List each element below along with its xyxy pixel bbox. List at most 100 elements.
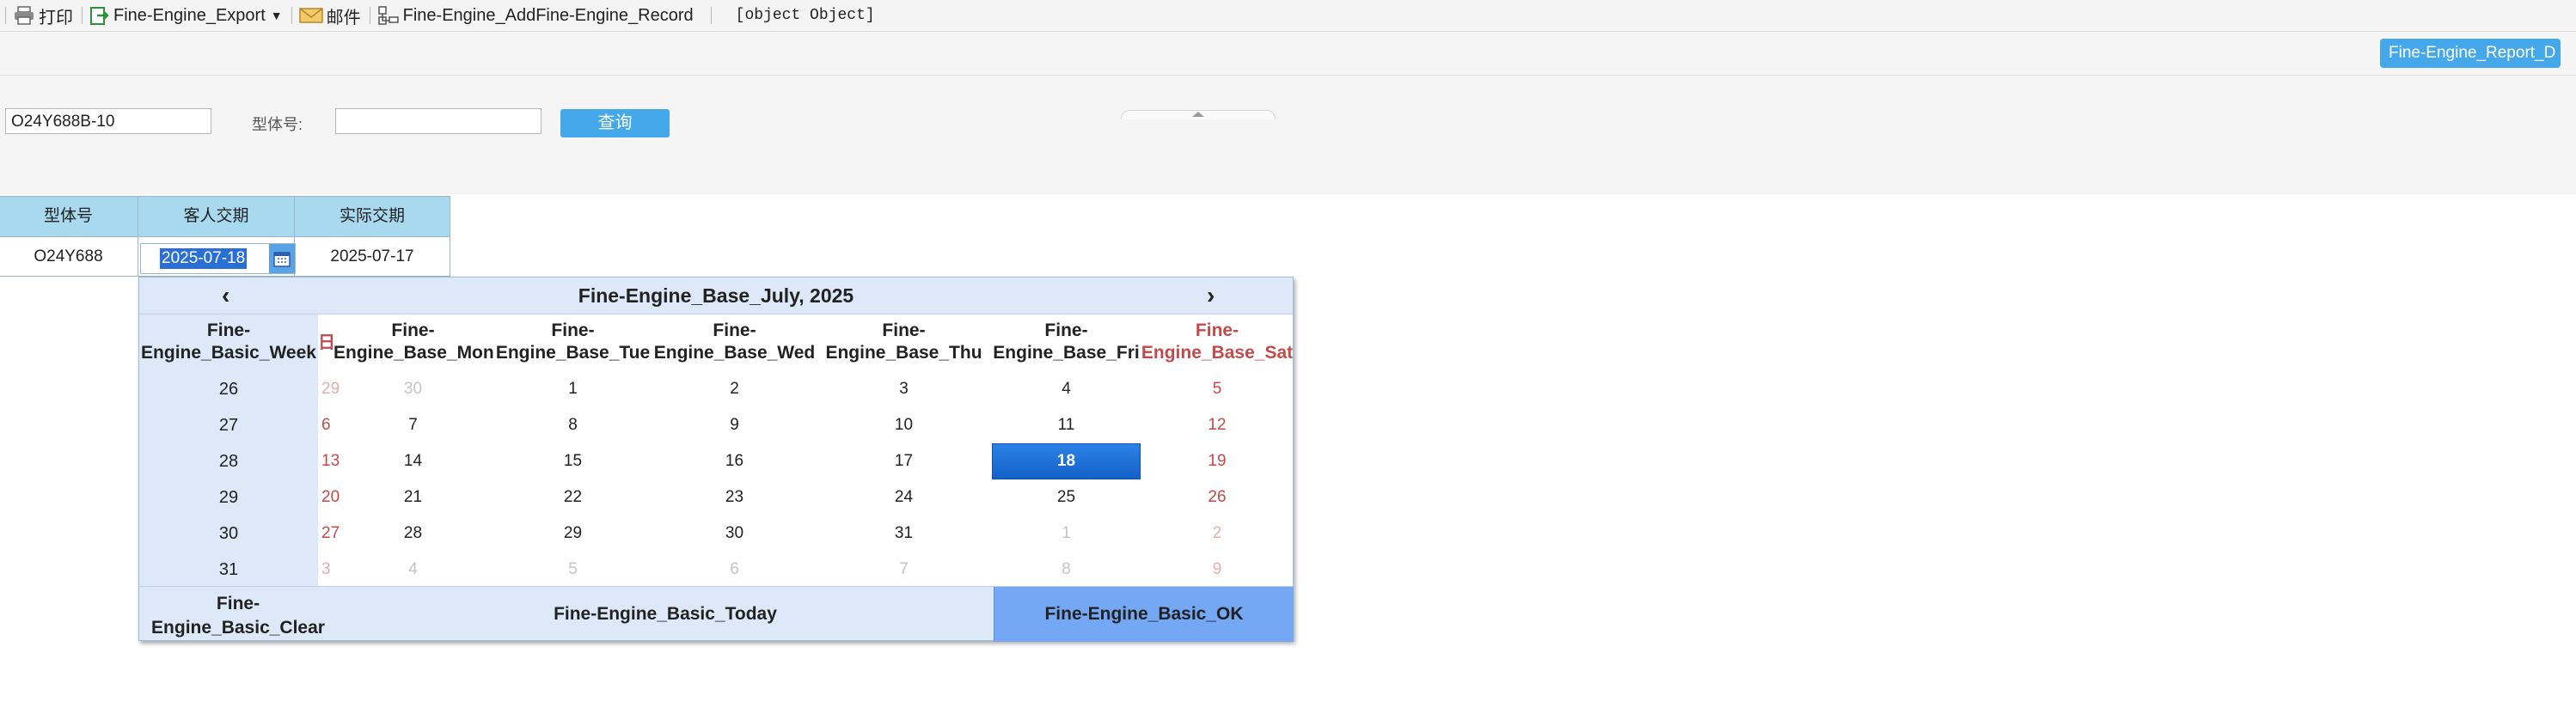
calendar-day-label: 1	[568, 380, 578, 398]
print-label: 打印	[39, 8, 73, 27]
calendar-day[interactable]: 9	[1141, 552, 1294, 588]
calendar-day-label: 26	[1208, 488, 1227, 506]
calendar-day[interactable]: 15	[493, 443, 653, 479]
table-header-actual-date: 实际交期	[294, 196, 450, 237]
calendar-day[interactable]: 7	[816, 552, 992, 588]
calendar-day[interactable]: 26	[1141, 479, 1294, 516]
query-button[interactable]: 查询	[560, 109, 670, 137]
calendar-day[interactable]: 4	[333, 552, 493, 588]
order-number-input[interactable]: O24Y688B-10	[5, 108, 211, 134]
calendar-day[interactable]: 9	[653, 407, 816, 443]
calendar-day[interactable]: 1	[992, 516, 1141, 552]
calendar-day[interactable]: 30	[653, 516, 816, 552]
calendar-icon[interactable]	[269, 244, 295, 273]
calendar-day-selected[interactable]: 18	[992, 443, 1141, 479]
collapse-toggle[interactable]	[1121, 110, 1276, 119]
calendar-day-label: 23	[725, 488, 744, 506]
date-editor-value[interactable]: 2025-07-18	[160, 248, 248, 269]
calendar-day[interactable]: 23	[653, 479, 816, 516]
weekday-header: Fine-Engine_Base_Thu	[825, 320, 982, 363]
calendar-day[interactable]: 24	[816, 479, 992, 516]
calendar-day-label: 19	[1208, 452, 1227, 470]
calendar-day-label: 8	[568, 416, 578, 434]
add-record-label: Fine-Engine_AddFine-Engine_Record	[402, 5, 694, 25]
parameter-panel: O24Y688B-10 型体号: 查询	[0, 76, 2576, 194]
week-number: 31	[218, 560, 239, 579]
calendar-day-label: 7	[899, 560, 909, 578]
week-number: 26	[218, 380, 239, 399]
export-label: Fine-Engine_Export	[113, 5, 266, 25]
calendar-day[interactable]: 19	[1141, 443, 1294, 479]
calendar-day-label: 2	[1212, 524, 1222, 542]
calendar-day-label: 6	[321, 416, 331, 434]
calendar-day-label: 10	[894, 416, 914, 434]
calendar-day[interactable]: 28	[333, 516, 493, 552]
calendar-day-label: 28	[403, 524, 423, 542]
weekday-header: Fine-Engine_Base_Tue	[495, 320, 651, 363]
calendar-day[interactable]: 14	[333, 443, 493, 479]
calendar-day-label: 3	[899, 380, 909, 398]
export-dropdown[interactable]: Fine-Engine_Export ▼	[86, 0, 288, 31]
calendar-day-label: 31	[894, 524, 914, 542]
print-button[interactable]: 打印	[9, 0, 78, 31]
calendar-day[interactable]: 16	[653, 443, 816, 479]
calendar-day-label: 20	[321, 488, 340, 506]
ok-button[interactable]: Fine-Engine_Basic_OK	[994, 587, 1294, 642]
mail-icon	[298, 8, 323, 23]
week-column-header: Fine-Engine_Basic_Week	[141, 320, 316, 363]
toolbar: 打印 Fine-Engine_Export ▼ 邮件 Fine-Engine_A…	[0, 0, 2576, 32]
calendar-day[interactable]: 17	[816, 443, 992, 479]
calendar-day[interactable]: 29	[493, 516, 653, 552]
calendar-day-label: 3	[321, 560, 331, 578]
calendar-day-label: 8	[1062, 560, 1071, 578]
weekday-header: 日	[318, 333, 335, 352]
clear-button[interactable]: Fine-Engine_Basic_Clear	[139, 587, 337, 642]
calendar-day[interactable]: 5	[493, 552, 653, 588]
calendar-day[interactable]: 22	[493, 479, 653, 516]
calendar-day[interactable]: 11	[992, 407, 1141, 443]
model-input[interactable]	[335, 108, 542, 134]
week-number: 27	[218, 416, 239, 435]
toolbar-separator	[291, 7, 292, 24]
date-editor[interactable]: 2025-07-18	[140, 243, 296, 274]
calendar-day[interactable]: 3	[816, 371, 992, 407]
calendar-day[interactable]: 8	[992, 552, 1141, 588]
week-number: 28	[218, 452, 239, 471]
calendar-day[interactable]: 2	[653, 371, 816, 407]
calendar-day[interactable]: 5	[1141, 371, 1294, 407]
calendar-day-label: 2	[730, 380, 739, 398]
model-label: 型体号:	[252, 116, 303, 133]
calendar-day[interactable]: 31	[816, 516, 992, 552]
calendar-day-label: 4	[1062, 380, 1071, 398]
calendar-day[interactable]: 7	[333, 407, 493, 443]
week-number: 30	[218, 524, 239, 543]
table-cell-actual-date: 2025-07-17	[294, 236, 450, 277]
calendar-day[interactable]: 2	[1141, 516, 1294, 552]
calendar-day-label: 6	[730, 560, 739, 578]
weekday-header: Fine-Engine_Base_Fri	[993, 320, 1140, 363]
calendar-day-label: 4	[408, 560, 418, 578]
calendar-day-label: 25	[1056, 488, 1076, 506]
calendar-day-label: 18	[1056, 452, 1076, 470]
next-month-button[interactable]: ›	[1207, 278, 1215, 314]
report-button[interactable]: Fine-Engine_Report_D	[2380, 39, 2561, 68]
date-picker-popup: ‹ Fine-Engine_Base_July, 2025 › Fine-Eng…	[138, 277, 1294, 642]
calendar-day-label: 5	[568, 560, 578, 578]
calendar-day[interactable]: 8	[493, 407, 653, 443]
calendar-day[interactable]: 4	[992, 371, 1141, 407]
calendar-day[interactable]: 6	[653, 552, 816, 588]
week-number: 29	[218, 488, 239, 507]
calendar-day[interactable]: 12	[1141, 407, 1294, 443]
calendar-day[interactable]: 21	[333, 479, 493, 516]
calendar-day[interactable]: 10	[816, 407, 992, 443]
calendar-day[interactable]: 1	[493, 371, 653, 407]
calendar-day-label: 29	[321, 380, 340, 398]
calendar-day[interactable]: 30	[333, 371, 493, 407]
calendar-day[interactable]: 25	[992, 479, 1141, 516]
add-record-button[interactable]: Fine-Engine_AddFine-Engine_Record	[374, 0, 699, 31]
calendar-day-label: 21	[403, 488, 423, 506]
weekday-header: Fine-Engine_Base_Sat	[1141, 320, 1294, 363]
today-button[interactable]: Fine-Engine_Basic_Today	[337, 587, 994, 642]
table-header-model: 型体号	[0, 196, 138, 237]
mail-button[interactable]: 邮件	[296, 0, 366, 31]
